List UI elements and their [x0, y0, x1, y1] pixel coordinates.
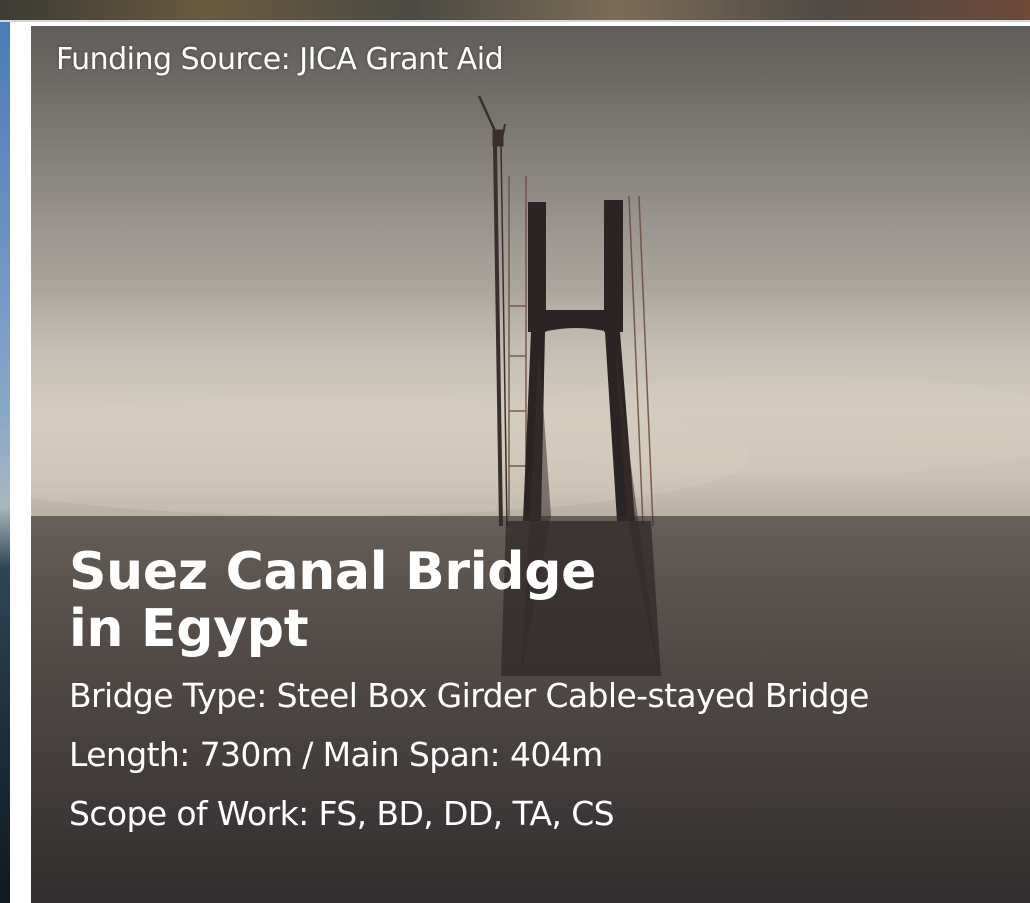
project-title-line-1: Suez Canal Bridge	[69, 542, 597, 602]
project-title-line-2: in Egypt	[69, 599, 309, 659]
previous-slide-edge[interactable]	[0, 22, 10, 903]
project-card[interactable]: Funding Source: JICA Grant Aid Suez Cana…	[31, 26, 1030, 903]
scope-of-work-text: Scope of Work: FS, BD, DD, TA, CS	[69, 794, 615, 833]
funding-source-label: Funding Source: JICA Grant Aid	[56, 42, 504, 77]
bridge-type-text: Bridge Type: Steel Box Girder Cable-stay…	[69, 676, 869, 715]
project-title: Suez Canal Bridge in Egypt	[69, 544, 596, 658]
top-photo-strip	[0, 0, 1030, 22]
slide-viewport: Funding Source: JICA Grant Aid Suez Cana…	[0, 0, 1030, 903]
length-span-text: Length: 730m / Main Span: 404m	[69, 735, 603, 774]
